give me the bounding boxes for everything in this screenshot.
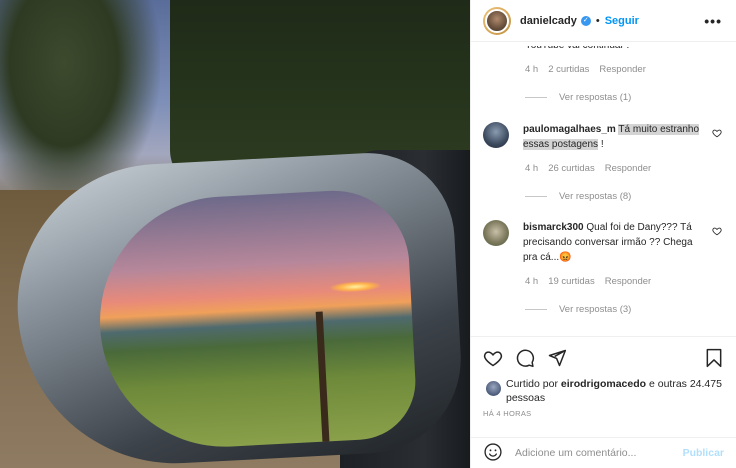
- reply-button[interactable]: Responder: [599, 64, 645, 75]
- comment-item: paulomagalhaes_m Tá muito estranho essas…: [483, 122, 722, 152]
- comment-meta: 4 h 2 curtidas Responder: [525, 64, 646, 75]
- comment-body: paulomagalhaes_m Tá muito estranho essas…: [523, 122, 722, 152]
- share-icon[interactable]: [547, 348, 567, 368]
- add-comment-bar: Publicar: [471, 437, 736, 468]
- comment-icon[interactable]: [515, 348, 535, 368]
- comment-likes[interactable]: 19 curtidas: [548, 276, 594, 287]
- publish-button[interactable]: Publicar: [683, 447, 724, 459]
- commenter-avatar[interactable]: [483, 220, 509, 246]
- instagram-post-view: danielcady ✓ • Seguir ••• YouTube vai co…: [0, 0, 736, 468]
- author-username[interactable]: danielcady: [520, 15, 577, 27]
- liked-by-prefix: Curtido por: [506, 378, 561, 390]
- commenter-avatar[interactable]: [483, 122, 509, 148]
- view-replies-label: Ver respostas (3): [559, 304, 632, 315]
- follow-button[interactable]: Seguir: [605, 15, 639, 27]
- heart-icon[interactable]: [483, 348, 503, 368]
- comment-input[interactable]: [515, 447, 683, 459]
- comment-time: 4 h: [525, 276, 539, 287]
- liked-by-middle: e: [646, 378, 658, 390]
- commenter-username[interactable]: paulomagalhaes_m: [523, 124, 616, 135]
- comment-text-tail: !: [598, 139, 604, 150]
- comment-likes[interactable]: 2 curtidas: [548, 64, 589, 75]
- replies-divider-line: [525, 97, 547, 98]
- liked-by-avatar[interactable]: [485, 380, 502, 397]
- view-replies-label: Ver respostas (8): [559, 191, 632, 202]
- fence-post: [315, 311, 330, 452]
- comment-body: bismarck300 Qual foi de Dany??? Tá preci…: [523, 220, 722, 265]
- reply-button[interactable]: Responder: [605, 163, 651, 174]
- comment-like-heart-icon[interactable]: [712, 128, 722, 138]
- comment-time: 4 h: [525, 64, 539, 75]
- more-options-icon[interactable]: •••: [704, 13, 722, 29]
- post-timestamp[interactable]: HÁ 4 HORAS: [483, 409, 724, 418]
- comment-item: bismarck300 Qual foi de Dany??? Tá preci…: [483, 220, 722, 265]
- comment-time: 4 h: [525, 163, 539, 174]
- post-photo[interactable]: [0, 0, 470, 468]
- action-icons-bar: [483, 343, 724, 373]
- replies-divider-line: [525, 196, 547, 197]
- author-avatar[interactable]: [483, 6, 511, 35]
- comment-likes[interactable]: 26 curtidas: [548, 163, 594, 174]
- view-replies-button[interactable]: Ver respostas (3): [525, 304, 631, 315]
- avatar-photo: [485, 8, 509, 33]
- post-header: danielcady ✓ • Seguir •••: [471, 0, 736, 42]
- commenter-username[interactable]: bismarck300: [523, 222, 584, 233]
- verified-badge-icon: ✓: [580, 15, 591, 26]
- view-replies-button[interactable]: Ver respostas (8): [525, 191, 631, 202]
- mirror-reflection-sunset: [93, 187, 419, 453]
- header-separator: •: [595, 14, 600, 27]
- sunset-glow: [330, 280, 381, 294]
- post-side-panel: danielcady ✓ • Seguir ••• YouTube vai co…: [470, 0, 736, 468]
- view-replies-button[interactable]: Ver respostas (1): [525, 92, 631, 103]
- liked-by-username[interactable]: eirodrigomacedo: [561, 378, 646, 390]
- view-replies-label: Ver respostas (1): [559, 92, 632, 103]
- emoji-icon[interactable]: [483, 442, 503, 465]
- replies-divider-line: [525, 309, 547, 310]
- comment-meta: 4 h 19 curtidas Responder: [525, 276, 651, 287]
- comment-meta: 4 h 26 curtidas Responder: [525, 163, 651, 174]
- post-actions: Curtido por eirodrigomacedo e outras 24.…: [471, 336, 736, 418]
- liked-by-text: Curtido por eirodrigomacedo e outras 24.…: [506, 377, 724, 405]
- comments-list[interactable]: YouTube vai continuar ! 4 h 2 curtidas R…: [471, 42, 736, 334]
- liked-by-summary: Curtido por eirodrigomacedo e outras 24.…: [483, 377, 724, 405]
- bookmark-icon[interactable]: [704, 348, 724, 368]
- reply-button[interactable]: Responder: [605, 276, 651, 287]
- comment-like-heart-icon[interactable]: [712, 226, 722, 236]
- comment-text-partial: YouTube vai continuar !: [525, 42, 630, 51]
